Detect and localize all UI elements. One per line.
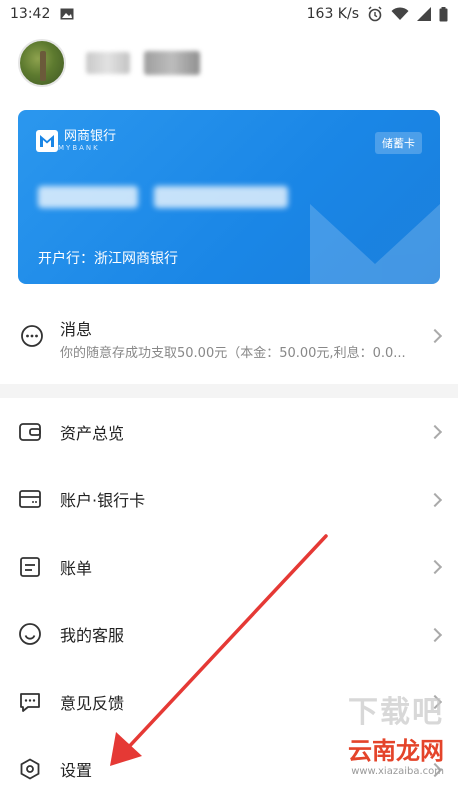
status-time: 13:42 bbox=[10, 6, 51, 22]
feedback-icon bbox=[20, 692, 40, 712]
chevron-right-icon bbox=[427, 328, 443, 344]
watermark-brand: 云南龙网 bbox=[348, 737, 444, 765]
status-bar: 13:42 163 K/s bbox=[0, 0, 458, 28]
username-blurred-2 bbox=[144, 51, 200, 75]
message-title: 消息 bbox=[60, 320, 93, 339]
image-notification-icon bbox=[60, 8, 74, 20]
battery-icon bbox=[439, 6, 448, 21]
card-number-blurred-2 bbox=[154, 186, 288, 208]
bank-card[interactable]: 网商银行 MYBANK 储蓄卡 开户行：浙江网商银行 bbox=[18, 110, 440, 284]
menu-item-label: 账单 bbox=[60, 558, 93, 578]
mybank-logo-icon bbox=[36, 130, 58, 152]
card-watermark-logo bbox=[310, 204, 440, 284]
chevron-right-icon bbox=[427, 627, 443, 642]
bank-name-en: MYBANK bbox=[58, 144, 100, 152]
watermark-url: www.xiazaiba.com bbox=[351, 766, 444, 777]
chevron-right-icon bbox=[427, 492, 443, 507]
menu-item-label: 意见反馈 bbox=[60, 693, 125, 713]
profile-header[interactable] bbox=[18, 38, 200, 88]
card-type-badge: 储蓄卡 bbox=[375, 132, 422, 154]
menu-item-bill[interactable]: 账单 bbox=[0, 533, 458, 601]
username-blurred bbox=[86, 52, 130, 74]
bank-name: 网商银行 bbox=[64, 129, 117, 144]
menu-item-label: 我的客服 bbox=[60, 626, 125, 646]
card-number-blurred bbox=[38, 186, 138, 208]
chevron-right-icon bbox=[427, 559, 443, 575]
open-bank-text: 开户行：浙江网商银行 bbox=[38, 251, 178, 267]
watermark-big-text: 下载吧 bbox=[348, 695, 444, 730]
watermark: 下载吧 云南龙网 www.xiazaiba.com bbox=[348, 687, 444, 777]
section-divider bbox=[0, 384, 458, 398]
card-icon bbox=[19, 490, 41, 509]
bill-icon bbox=[20, 556, 40, 577]
menu-item-label: 账户·银行卡 bbox=[60, 491, 146, 511]
alarm-icon bbox=[368, 6, 382, 22]
menu-item-customer-service[interactable]: 我的客服 bbox=[0, 601, 458, 669]
signal-icon bbox=[417, 7, 431, 21]
message-icon bbox=[21, 325, 43, 347]
message-row[interactable]: 消息 你的随意存成功支取50.00元（本金：50.00元,利息：0.0... bbox=[0, 300, 458, 374]
menu-item-label: 设置 bbox=[60, 761, 93, 781]
wallet-icon bbox=[19, 422, 41, 441]
settings-icon bbox=[20, 758, 40, 780]
bank-logo: 网商银行 MYBANK bbox=[36, 130, 116, 152]
menu-item-account-card[interactable]: 账户·银行卡 bbox=[0, 466, 458, 534]
message-subtitle: 你的随意存成功支取50.00元（本金：50.00元,利息：0.0... bbox=[60, 346, 406, 361]
service-icon bbox=[19, 623, 41, 646]
wifi-icon bbox=[391, 7, 409, 20]
menu-item-label: 资产总览 bbox=[60, 423, 125, 443]
network-speed: 163 K/s bbox=[306, 6, 359, 22]
chevron-right-icon bbox=[427, 424, 443, 440]
avatar[interactable] bbox=[18, 39, 66, 87]
menu-item-assets[interactable]: 资产总览 bbox=[0, 398, 458, 466]
